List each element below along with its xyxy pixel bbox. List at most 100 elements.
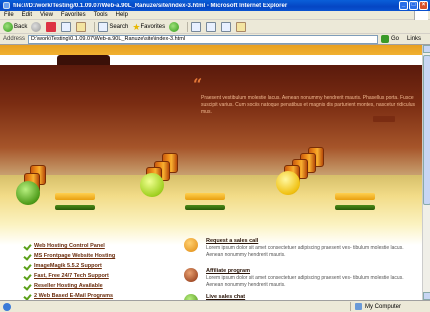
link-control-panel[interactable]: Web Hosting Control Panel	[34, 243, 105, 249]
media-icon	[169, 21, 180, 32]
check-icon	[24, 243, 31, 250]
check-icon	[24, 253, 31, 260]
window-controls: _ □ ×	[399, 1, 428, 10]
scroll-down-button[interactable]	[423, 292, 430, 300]
menu-file[interactable]: File	[4, 12, 14, 18]
mail-icon	[191, 21, 202, 32]
scroll-up-button[interactable]	[423, 45, 430, 53]
link-email-programs[interactable]: 2 Web Based E-Mail Programs	[34, 293, 113, 299]
go-button[interactable]: Go	[381, 35, 399, 43]
folder-button[interactable]	[236, 21, 247, 32]
quote-mark: “	[193, 75, 203, 94]
link-frontpage[interactable]: MS Frontpage Website Hosting	[34, 253, 115, 259]
plan-button-2[interactable]	[185, 193, 225, 200]
ie-app-icon	[3, 2, 10, 9]
menu-tools[interactable]: Tools	[94, 12, 108, 18]
affiliate-icon	[184, 268, 198, 282]
media-button[interactable]	[169, 21, 180, 32]
address-bar: Address D:\work\Testing\0.1.09.07\Web-a.…	[0, 34, 430, 45]
security-zone: My Computer	[350, 302, 401, 311]
back-arrow-icon	[3, 21, 13, 32]
product-yellow[interactable]	[272, 145, 332, 205]
mail-button[interactable]	[191, 21, 202, 32]
scroll-thumb[interactable]	[423, 55, 430, 205]
plan-button-1[interactable]	[55, 193, 95, 200]
phone-icon	[184, 238, 198, 252]
list-item: MS Frontpage Website Hosting	[24, 251, 115, 261]
hero-banner	[0, 65, 422, 175]
close-button[interactable]: ×	[419, 1, 428, 10]
links-button[interactable]: Links	[407, 36, 421, 42]
page-status-icon	[3, 302, 11, 311]
feature-text: Lorem ipsum dolor sit amet consectetuer …	[206, 275, 404, 288]
folder-icon	[236, 21, 247, 32]
print-icon	[206, 21, 217, 32]
go-arrow-icon	[381, 35, 390, 43]
favorites-label: Favorites	[140, 23, 166, 30]
refresh-button[interactable]	[61, 21, 72, 32]
list-item: Reseller Hosting Available	[24, 281, 115, 291]
edit-icon	[221, 21, 232, 32]
menu-view[interactable]: View	[40, 12, 53, 18]
computer-icon	[355, 303, 362, 310]
search-icon	[98, 21, 109, 32]
menu-favorites[interactable]: Favorites	[61, 12, 86, 18]
page-viewport: “ Praesent vestibulum molestie lacus. Ae…	[0, 45, 422, 300]
favorites-button[interactable]: ★ Favorites	[132, 22, 165, 32]
plan-button-3[interactable]	[335, 193, 375, 200]
list-item: Web Hosting Control Panel	[24, 241, 115, 251]
search-button[interactable]: Search	[98, 21, 129, 32]
forward-arrow-icon	[31, 21, 42, 32]
feature-affiliate: Affiliate program Lorem ipsum dolor sit …	[184, 268, 414, 288]
toolbar-separator	[94, 21, 96, 32]
yellow-disc-icon	[276, 171, 300, 195]
feature-title[interactable]: Request a sales call	[206, 238, 414, 244]
stop-button[interactable]	[46, 21, 57, 32]
list-item: Fast, Free 24/7 Tech Support	[24, 271, 115, 281]
minimize-button[interactable]: _	[399, 1, 408, 10]
link-reseller[interactable]: Reseller Hosting Available	[34, 283, 103, 289]
menu-help[interactable]: Help	[116, 12, 128, 18]
link-imagemagik[interactable]: ImageMagik 5.5.2 Support	[34, 263, 102, 269]
stop-icon	[46, 21, 57, 32]
product-lime[interactable]	[138, 149, 188, 204]
toolbar-separator	[187, 21, 189, 32]
menu-edit[interactable]: Edit	[22, 12, 32, 18]
plan-bar-2	[185, 205, 225, 210]
lime-disc-icon	[140, 173, 164, 197]
refresh-icon	[61, 21, 72, 32]
vertical-scrollbar[interactable]	[422, 45, 430, 300]
plan-bar-1	[55, 205, 95, 210]
address-label: Address	[3, 36, 26, 42]
link-tech-support[interactable]: Fast, Free 24/7 Tech Support	[34, 273, 109, 279]
feature-title[interactable]: Affiliate program	[206, 268, 414, 274]
product-green[interactable]	[10, 165, 50, 205]
edit-button[interactable]	[221, 21, 232, 32]
menu-bar: File Edit View Favorites Tools Help	[0, 11, 430, 20]
check-icon	[24, 293, 31, 300]
hero-more-button[interactable]	[373, 116, 395, 122]
go-label: Go	[391, 36, 400, 42]
list-item: 2 Web Based E-Mail Programs	[24, 291, 115, 300]
windows-logo-icon	[414, 11, 428, 20]
feature-text: Lorem ipsum dolor sit amet consectetuer …	[206, 245, 404, 258]
forward-button[interactable]	[31, 21, 42, 32]
maximize-button[interactable]: □	[409, 1, 418, 10]
home-icon	[76, 21, 87, 32]
address-input[interactable]: D:\work\Testing\0.1.09.07\Web-a.90L_Ranu…	[28, 34, 379, 44]
window-title: file:///D:/work/Testing/0.1.09.07/Web-a.…	[13, 2, 288, 9]
plan-bar-3	[335, 205, 375, 210]
back-label: Back	[14, 23, 28, 30]
hero-text: Praesent vestibulum molestie lacus. Aene…	[201, 95, 415, 115]
feature-sales-call: Request a sales call Lorem ipsum dolor s…	[184, 238, 414, 258]
home-button[interactable]	[76, 21, 87, 32]
status-bar: My Computer	[0, 300, 430, 312]
check-icon	[24, 283, 31, 290]
features-link-list: Web Hosting Control Panel MS Frontpage W…	[24, 241, 115, 300]
print-button[interactable]	[206, 21, 217, 32]
check-icon	[24, 273, 31, 280]
check-icon	[24, 263, 31, 270]
back-button[interactable]: Back	[3, 21, 28, 32]
search-label: Search	[109, 23, 129, 30]
green-disc-icon	[16, 181, 40, 205]
